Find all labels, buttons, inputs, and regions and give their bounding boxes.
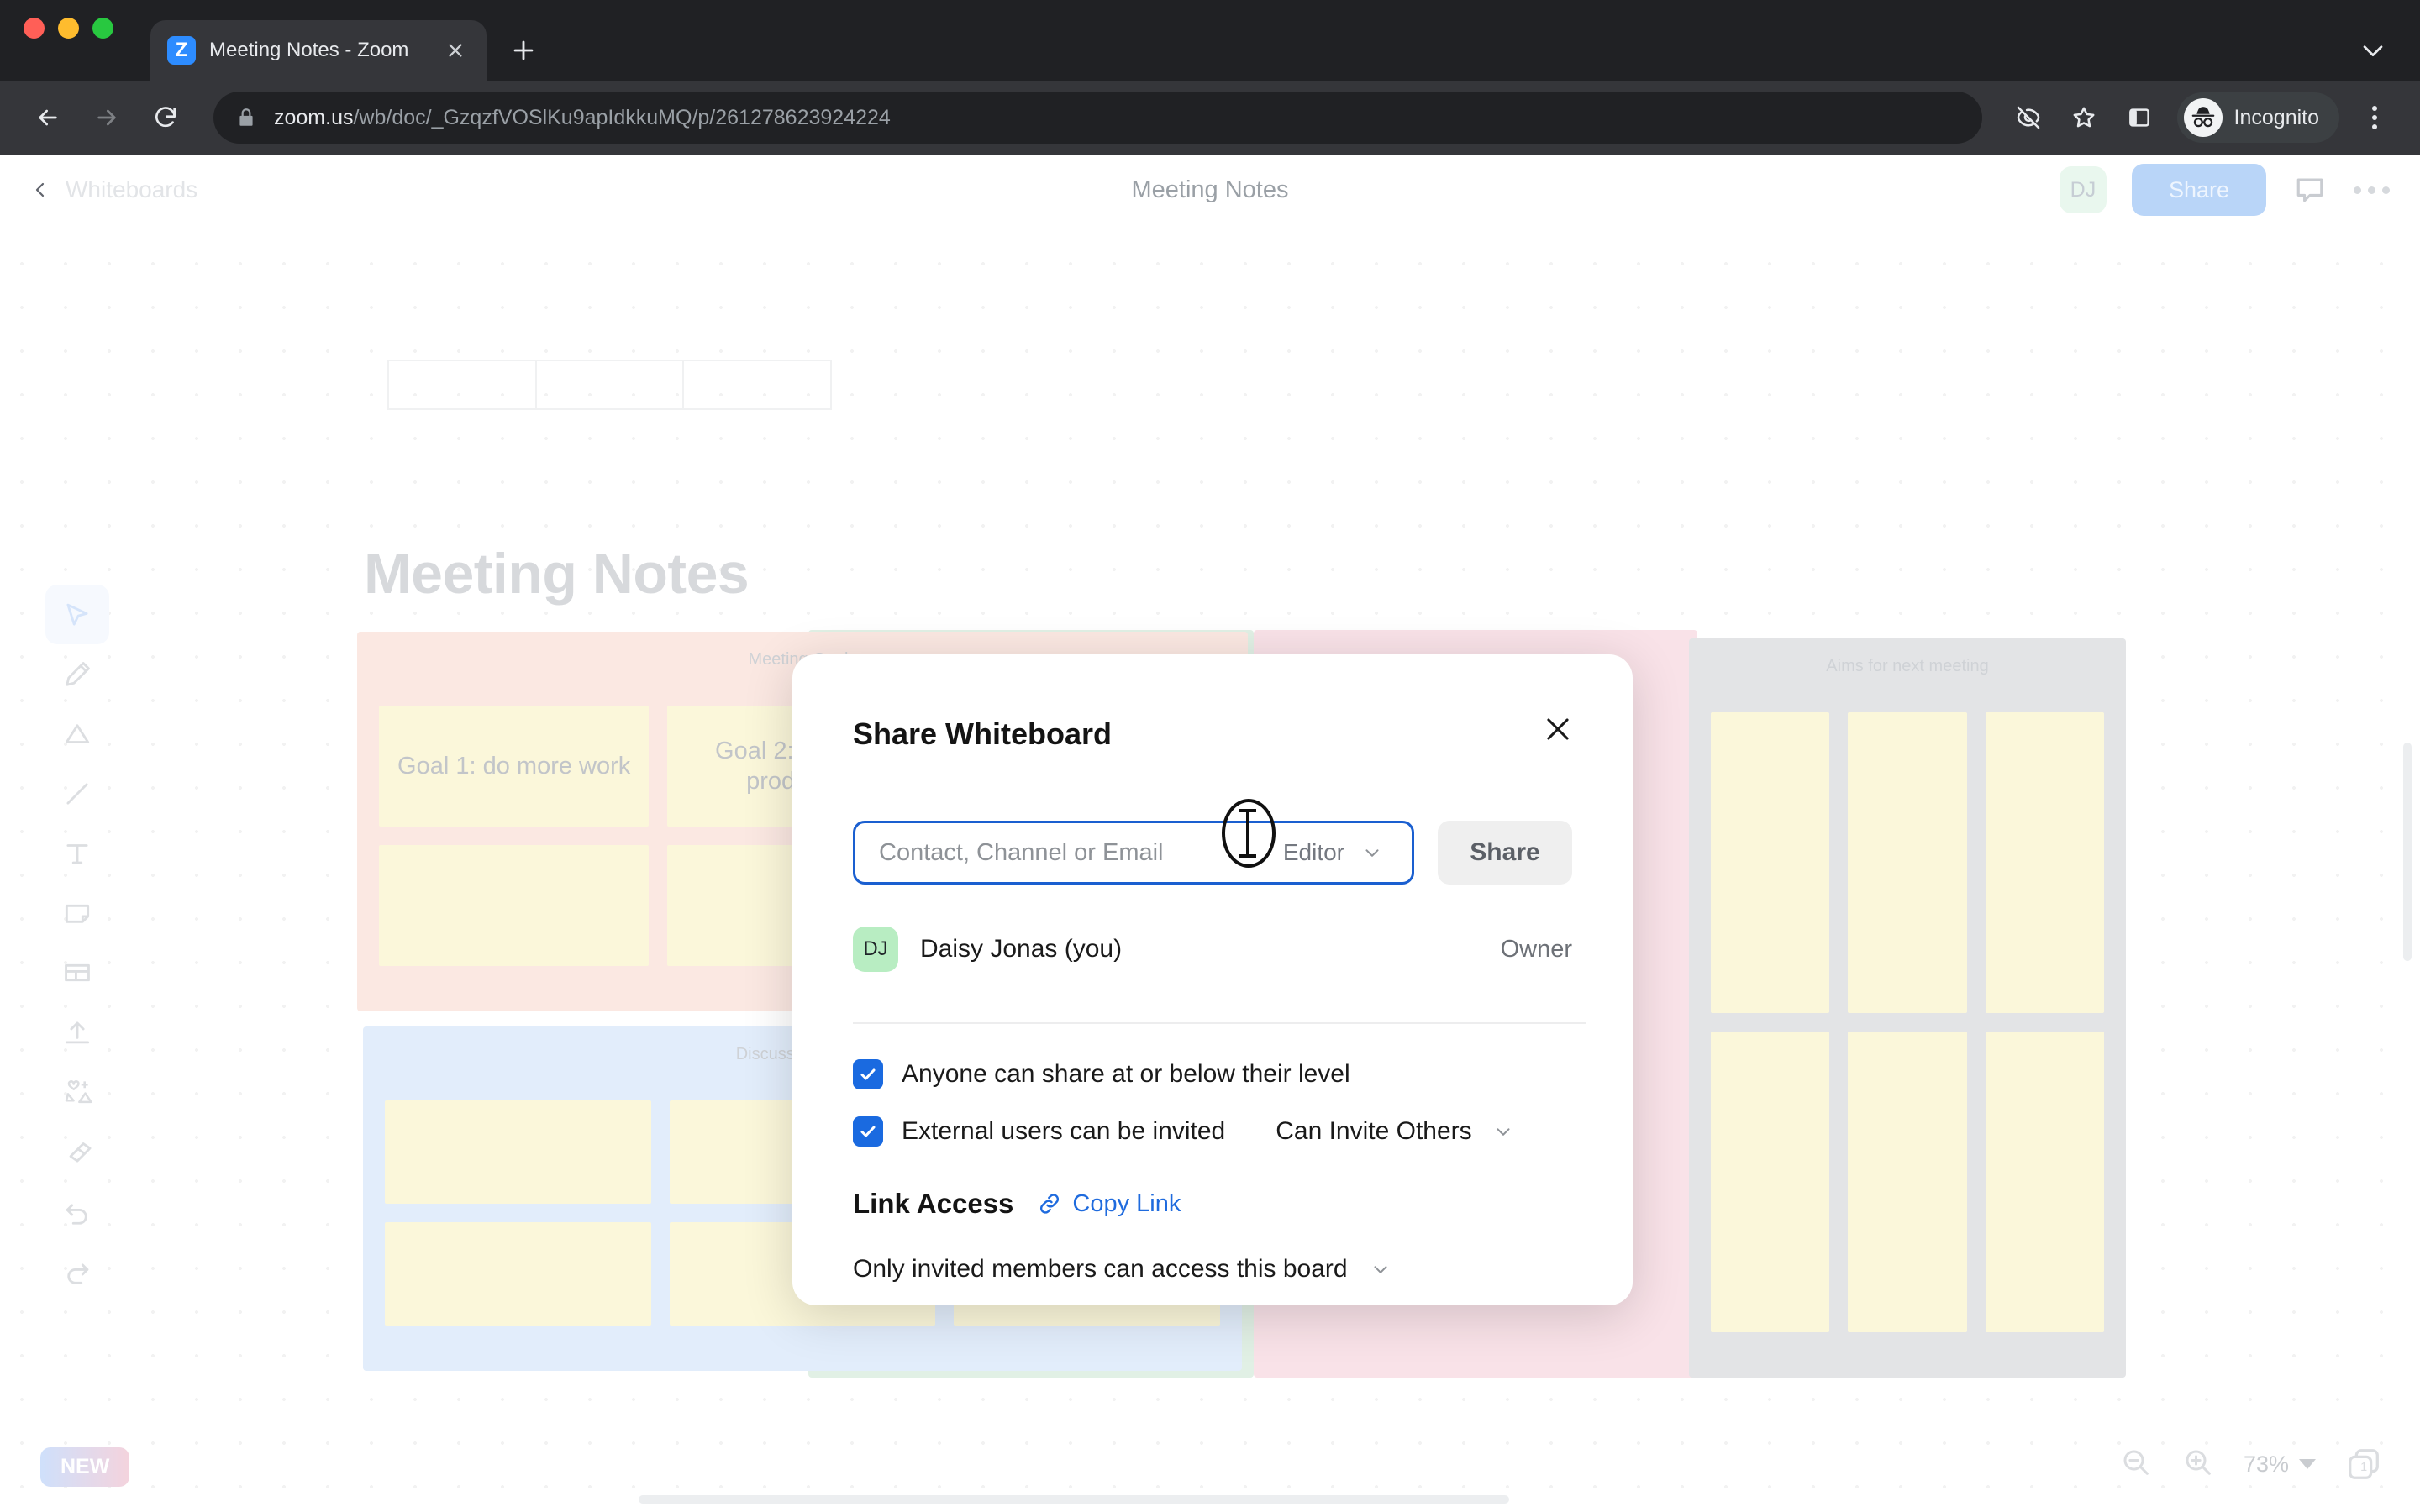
- close-icon[interactable]: [1535, 706, 1581, 752]
- side-panel-icon[interactable]: [2115, 93, 2164, 142]
- role-value: Editor: [1282, 839, 1344, 865]
- url-path: /wb/doc/_GzqzfVOSlKu9apIdkkuMQ/p/2612786…: [353, 105, 891, 129]
- zoom-favicon-icon: Z: [167, 36, 196, 65]
- close-tab-icon[interactable]: [441, 36, 470, 65]
- external-users-checkbox[interactable]: [853, 1116, 883, 1147]
- dialog-title: Share Whiteboard: [853, 717, 1113, 751]
- whiteboard-app: Meeting Notes Meeting Goals Goal 1: do m…: [0, 155, 2420, 1512]
- chevron-down-icon: [1492, 1125, 1514, 1138]
- chevron-down-icon: [1361, 846, 1383, 859]
- reload-icon[interactable]: [139, 92, 192, 144]
- share-input-wrapper[interactable]: Contact, Channel or Email Editor: [853, 821, 1414, 885]
- incognito-label: Incognito: [2233, 105, 2319, 129]
- url-host: zoom.us: [274, 105, 354, 129]
- incognito-icon: [2183, 98, 2223, 137]
- browser-toolbar: zoom.us/wb/doc/_GzqzfVOSlKu9apIdkkuMQ/p/…: [0, 81, 2420, 155]
- eye-slash-icon[interactable]: [2004, 93, 2053, 142]
- maximize-window-button[interactable]: [92, 17, 113, 39]
- address-bar[interactable]: zoom.us/wb/doc/_GzqzfVOSlKu9apIdkkuMQ/p/…: [213, 92, 1982, 144]
- back-arrow-icon[interactable]: [22, 92, 74, 144]
- close-window-button[interactable]: [24, 17, 45, 39]
- link-scope-dropdown[interactable]: Only invited members can access this boa…: [853, 1255, 1392, 1284]
- link-access-title: Link Access: [853, 1188, 1014, 1219]
- copy-link-label: Copy Link: [1072, 1189, 1181, 1217]
- text-cursor-icon: [1239, 809, 1256, 858]
- forward-arrow-icon[interactable]: [81, 92, 133, 144]
- tab-strip: Z Meeting Notes - Zoom: [0, 0, 2420, 81]
- lock-icon: [235, 107, 257, 129]
- member-list-item: DJ Daisy Jonas (you) Owner: [853, 921, 1572, 977]
- browser-window: Z Meeting Notes - Zoom zoom.us/wb/doc/_G…: [0, 0, 2420, 1512]
- share-whiteboard-dialog: Share Whiteboard Contact, Channel or Ema…: [792, 654, 1633, 1305]
- external-users-permission-dropdown[interactable]: Can Invite Others: [1276, 1117, 1513, 1146]
- link-chain-icon: [1037, 1191, 1062, 1216]
- link-scope-value: Only invited members can access this boa…: [853, 1255, 1348, 1283]
- anyone-can-share-checkbox[interactable]: [853, 1059, 883, 1089]
- chevron-down-icon: [1370, 1263, 1392, 1276]
- anyone-can-share-row[interactable]: Anyone can share at or below their level: [853, 1059, 1350, 1089]
- star-icon[interactable]: [2060, 93, 2108, 142]
- share-input[interactable]: Contact, Channel or Email: [879, 839, 1270, 867]
- link-access-header: Link Access Copy Link: [853, 1188, 1181, 1220]
- url-text: zoom.us/wb/doc/_GzqzfVOSlKu9apIdkkuMQ/p/…: [274, 106, 891, 130]
- new-tab-button[interactable]: [500, 27, 547, 74]
- anyone-can-share-label: Anyone can share at or below their level: [902, 1060, 1350, 1088]
- window-controls: [24, 0, 113, 81]
- role-dropdown[interactable]: Editor: [1283, 839, 1388, 866]
- member-name: Daisy Jonas (you): [920, 935, 1123, 963]
- external-users-label: External users can be invited: [902, 1117, 1226, 1145]
- kebab-menu-icon[interactable]: [2351, 94, 2398, 141]
- divider: [853, 1022, 1586, 1024]
- tab-title: Meeting Notes - Zoom: [209, 39, 409, 61]
- member-avatar: DJ: [853, 927, 898, 972]
- tab-search-chevron-down-icon[interactable]: [2348, 25, 2398, 76]
- incognito-profile-button[interactable]: Incognito: [2176, 92, 2339, 143]
- copy-link-button[interactable]: Copy Link: [1037, 1190, 1181, 1218]
- invite-row: Contact, Channel or Email Editor Share: [853, 821, 1572, 885]
- browser-tab[interactable]: Z Meeting Notes - Zoom: [150, 20, 487, 81]
- member-role[interactable]: Owner: [1501, 936, 1572, 963]
- minimize-window-button[interactable]: [58, 17, 79, 39]
- share-submit-button[interactable]: Share: [1438, 821, 1572, 885]
- external-users-permission-value: Can Invite Others: [1276, 1117, 1472, 1145]
- external-users-row[interactable]: External users can be invited Can Invite…: [853, 1116, 1514, 1147]
